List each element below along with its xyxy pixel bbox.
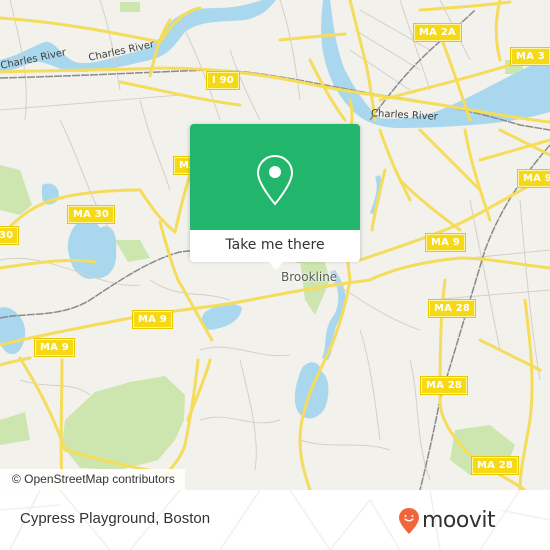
- road: [418, 0, 512, 12]
- road: [138, 188, 177, 234]
- pond: [0, 307, 26, 355]
- road: [494, 0, 502, 62]
- road: [398, 178, 462, 232]
- route-shield-ma28-upper: MA 28: [427, 299, 477, 318]
- location-popup[interactable]: Take me there: [190, 124, 360, 270]
- moovit-logo[interactable]: moovit: [398, 507, 496, 535]
- route-shield-ma9-west: MA 9: [34, 338, 75, 357]
- park-area: [115, 240, 150, 262]
- place-label-brookline: Brookline: [281, 270, 338, 284]
- road: [173, 173, 192, 234]
- route-shield-ma30: MA 30: [66, 205, 116, 224]
- road: [378, 128, 412, 202]
- route-shield-ma28-mid: MA 28: [419, 376, 469, 395]
- map-pin-icon: [256, 154, 294, 206]
- route-shield-ma9-ne: MA 9: [517, 169, 550, 188]
- road: [463, 128, 492, 222]
- route-shield-ma30-west: 30: [0, 226, 20, 245]
- map-attribution[interactable]: © OpenStreetMap contributors: [0, 469, 185, 490]
- map-view[interactable]: Charles River Charles River Charles Rive…: [0, 0, 550, 490]
- route-shield-ma2a: MA 2A: [413, 23, 462, 42]
- place-name: Cypress Playground, Boston: [20, 510, 211, 527]
- brand-name: moovit: [422, 508, 496, 533]
- route-shield-ma3: MA 3: [510, 47, 550, 66]
- footer-bar: Cypress Playground, Boston moovit: [0, 490, 550, 550]
- route-shield-i90: I 90: [206, 71, 240, 90]
- road: [59, 358, 64, 487]
- road: [368, 256, 550, 282]
- moovit-pin-icon: [399, 508, 419, 534]
- park-area: [0, 165, 32, 215]
- popup-header[interactable]: [190, 124, 360, 230]
- road: [0, 16, 162, 44]
- road: [0, 356, 32, 367]
- road: [186, 358, 212, 422]
- take-me-there-button[interactable]: Take me there: [190, 230, 360, 262]
- park-area: [120, 2, 140, 12]
- popup-pointer: [267, 260, 285, 270]
- park-area: [0, 412, 30, 445]
- route-shield-ma9-center: MA 9: [132, 310, 173, 329]
- route-shield-ma9-east: MA 9: [425, 233, 466, 252]
- route-shield-ma28-lower: MA 28: [470, 456, 520, 475]
- road: [518, 298, 534, 490]
